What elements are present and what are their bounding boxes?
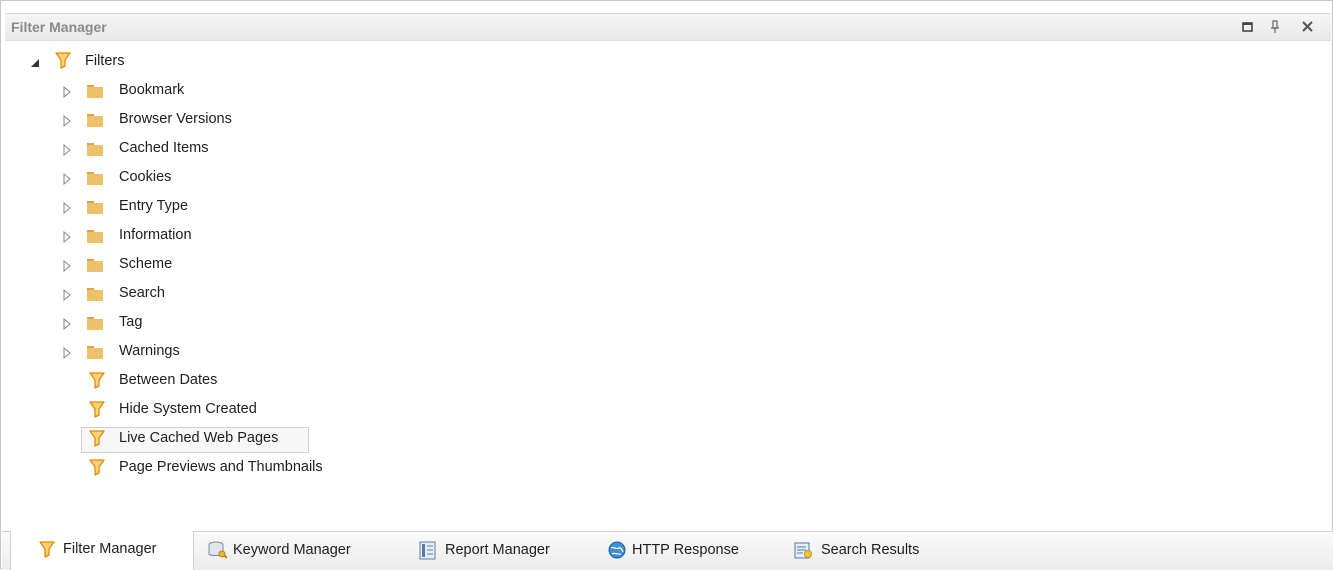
tree-filter-between-dates[interactable]: Between Dates xyxy=(1,368,1333,394)
folder-label: Warnings xyxy=(119,343,180,359)
pin-icon xyxy=(1271,20,1279,33)
folder-label: Bookmark xyxy=(119,82,185,98)
folder-icon xyxy=(87,201,103,214)
filter-label: Page Previews and Thumbnails xyxy=(119,459,323,475)
panel-title-bar: Filter Manager xyxy=(5,13,1331,41)
pin-button[interactable] xyxy=(1265,17,1285,37)
tree-root-label: Filters xyxy=(85,53,125,69)
expand-arrow-icon[interactable] xyxy=(61,144,73,156)
database-key-icon xyxy=(208,541,227,559)
folder-label: Entry Type xyxy=(119,198,189,214)
funnel-icon xyxy=(89,372,105,389)
folder-label: Cookies xyxy=(119,169,172,185)
tab-label: Report Manager xyxy=(445,542,550,558)
tree-filter-hide-system-created[interactable]: Hide System Created xyxy=(1,397,1333,423)
tab-http-response[interactable]: HTTP Response xyxy=(607,532,777,570)
filter-label: Between Dates xyxy=(119,372,218,388)
folder-icon xyxy=(87,230,103,243)
tree-folder-entry-type[interactable]: Entry Type xyxy=(1,194,1333,220)
tree-folder-warnings[interactable]: Warnings xyxy=(1,339,1333,365)
tree-filter-page-previews[interactable]: Page Previews and Thumbnails xyxy=(1,455,1333,481)
tree-folder-search[interactable]: Search xyxy=(1,281,1333,307)
tab-label: HTTP Response xyxy=(632,542,739,558)
expand-arrow-icon[interactable] xyxy=(61,202,73,214)
search-results-icon xyxy=(794,542,812,559)
folder-icon xyxy=(87,143,103,156)
funnel-icon xyxy=(89,401,105,418)
expand-arrow-icon[interactable] xyxy=(61,86,73,98)
bottom-tab-strip: Filter Manager Keyword Manager Report Ma… xyxy=(2,531,1333,570)
maximize-icon xyxy=(1242,22,1253,32)
tree-folder-tag[interactable]: Tag xyxy=(1,310,1333,336)
filter-label: Live Cached Web Pages xyxy=(119,430,279,446)
tab-filter-manager[interactable]: Filter Manager xyxy=(10,531,194,570)
tree-folder-cached-items[interactable]: Cached Items xyxy=(1,136,1333,162)
folder-icon xyxy=(87,346,103,359)
folder-icon xyxy=(87,317,103,330)
close-icon xyxy=(1302,21,1313,32)
folder-label: Browser Versions xyxy=(119,111,232,127)
folder-icon xyxy=(87,172,103,185)
funnel-icon xyxy=(89,459,105,476)
tab-search-results[interactable]: Search Results xyxy=(793,532,963,570)
filter-manager-panel: Filter Manager Filters Bookmark Browser … xyxy=(0,0,1333,570)
folder-label: Tag xyxy=(119,314,143,330)
expand-arrow-icon[interactable] xyxy=(61,318,73,330)
maximize-button[interactable] xyxy=(1237,17,1257,37)
folder-label: Cached Items xyxy=(119,140,209,156)
tree-filter-live-cached-web-pages[interactable]: Live Cached Web Pages xyxy=(1,426,1333,453)
folder-label: Scheme xyxy=(119,256,173,272)
tab-keyword-manager[interactable]: Keyword Manager xyxy=(207,532,387,570)
expand-arrow-icon[interactable] xyxy=(61,347,73,359)
folder-icon xyxy=(87,288,103,301)
tree-folder-information[interactable]: Information xyxy=(1,223,1333,249)
tree-root-filters[interactable]: Filters xyxy=(1,49,1333,75)
folder-icon xyxy=(87,85,103,98)
tab-label: Keyword Manager xyxy=(233,542,351,558)
tab-label: Search Results xyxy=(821,542,920,558)
folder-label: Information xyxy=(119,227,192,243)
tree-folder-browser-versions[interactable]: Browser Versions xyxy=(1,107,1333,133)
expand-arrow-icon[interactable] xyxy=(61,231,73,243)
panel-title: Filter Manager xyxy=(11,19,107,35)
folder-icon xyxy=(87,114,103,127)
folder-icon xyxy=(87,259,103,272)
filter-label: Hide System Created xyxy=(119,401,257,417)
tab-label: Filter Manager xyxy=(63,541,157,557)
collapse-arrow-icon[interactable] xyxy=(29,57,41,69)
report-icon xyxy=(419,541,436,560)
tab-report-manager[interactable]: Report Manager xyxy=(418,532,588,570)
globe-icon xyxy=(608,541,626,559)
folder-label: Search xyxy=(119,285,165,301)
expand-arrow-icon[interactable] xyxy=(61,115,73,127)
filter-tree: Filters Bookmark Browser Versions Cached… xyxy=(1,41,1333,521)
expand-arrow-icon[interactable] xyxy=(61,173,73,185)
tree-folder-scheme[interactable]: Scheme xyxy=(1,252,1333,278)
tree-folder-bookmark[interactable]: Bookmark xyxy=(1,78,1333,104)
funnel-icon xyxy=(55,52,71,69)
expand-arrow-icon[interactable] xyxy=(61,289,73,301)
tree-folder-cookies[interactable]: Cookies xyxy=(1,165,1333,191)
funnel-icon xyxy=(39,541,55,558)
expand-arrow-icon[interactable] xyxy=(61,260,73,272)
close-button[interactable] xyxy=(1298,17,1318,37)
funnel-icon xyxy=(89,430,105,447)
